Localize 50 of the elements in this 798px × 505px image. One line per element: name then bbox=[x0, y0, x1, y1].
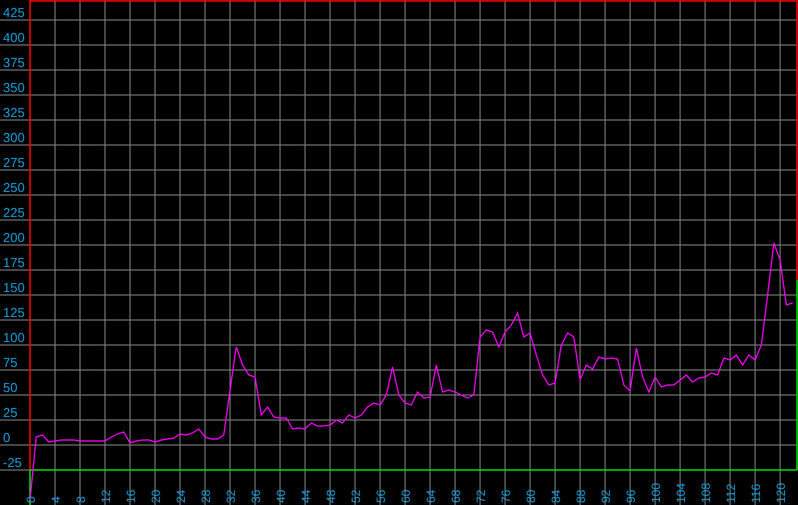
x-tick-label: 52 bbox=[349, 490, 364, 503]
y-tick-label: 425 bbox=[3, 5, 25, 20]
y-tick-label: 400 bbox=[3, 30, 25, 45]
x-tick-label: 120 bbox=[774, 482, 788, 503]
x-tick-label: 28 bbox=[199, 490, 214, 503]
x-tick-label: 80 bbox=[524, 490, 538, 503]
x-tick-label: 20 bbox=[149, 490, 164, 503]
x-tick-label: 48 bbox=[324, 490, 338, 503]
x-tick-label: 60 bbox=[399, 490, 414, 503]
x-tick-label: 96 bbox=[624, 490, 638, 503]
x-tick-label: 8 bbox=[74, 496, 88, 503]
x-tick-label: 16 bbox=[124, 490, 138, 503]
y-tick-label: 175 bbox=[3, 255, 25, 270]
y-tick-label: 125 bbox=[3, 305, 25, 320]
x-tick-label: 40 bbox=[274, 490, 288, 503]
x-tick-label: 72 bbox=[474, 490, 488, 503]
x-tick-label: 44 bbox=[299, 490, 314, 503]
x-tick-label: 92 bbox=[599, 490, 614, 503]
y-tick-label: 350 bbox=[3, 80, 25, 95]
x-tick-label: 112 bbox=[724, 484, 738, 503]
x-tick-label: 84 bbox=[549, 490, 564, 503]
x-tick-label: 100 bbox=[649, 482, 664, 503]
y-tick-label: 200 bbox=[3, 230, 25, 245]
x-tick-label: 68 bbox=[449, 490, 464, 503]
x-tick-label: 104 bbox=[674, 482, 688, 503]
y-tick-label: 25 bbox=[3, 405, 18, 420]
x-tick-label: 116 bbox=[749, 484, 764, 503]
x-tick-label: 76 bbox=[499, 490, 514, 503]
x-tick-label: 36 bbox=[249, 490, 264, 503]
y-tick-label: 100 bbox=[3, 330, 25, 345]
x-tick-label: 108 bbox=[699, 482, 714, 503]
y-tick-label: 150 bbox=[3, 280, 25, 295]
x-tick-label: 24 bbox=[174, 490, 188, 503]
x-tick-label: 0 bbox=[24, 496, 38, 503]
y-tick-label: -25 bbox=[3, 455, 22, 470]
y-tick-label: 275 bbox=[3, 155, 25, 170]
y-tick-label: 0 bbox=[3, 430, 10, 445]
x-tick-label: 32 bbox=[224, 490, 238, 503]
y-tick-label: 300 bbox=[3, 130, 25, 145]
x-tick-label: 56 bbox=[374, 490, 388, 503]
x-tick-label: 4 bbox=[49, 496, 63, 503]
x-tick-label: 64 bbox=[424, 490, 438, 503]
y-tick-label: 50 bbox=[3, 380, 18, 395]
y-tick-label: 325 bbox=[3, 105, 25, 120]
y-tick-label: 250 bbox=[3, 180, 25, 195]
x-tick-label: 12 bbox=[99, 490, 113, 503]
y-tick-label: 225 bbox=[3, 205, 25, 220]
y-tick-label: 375 bbox=[3, 55, 25, 70]
y-tick-label: 75 bbox=[3, 355, 18, 370]
x-tick-label: 88 bbox=[574, 490, 588, 503]
